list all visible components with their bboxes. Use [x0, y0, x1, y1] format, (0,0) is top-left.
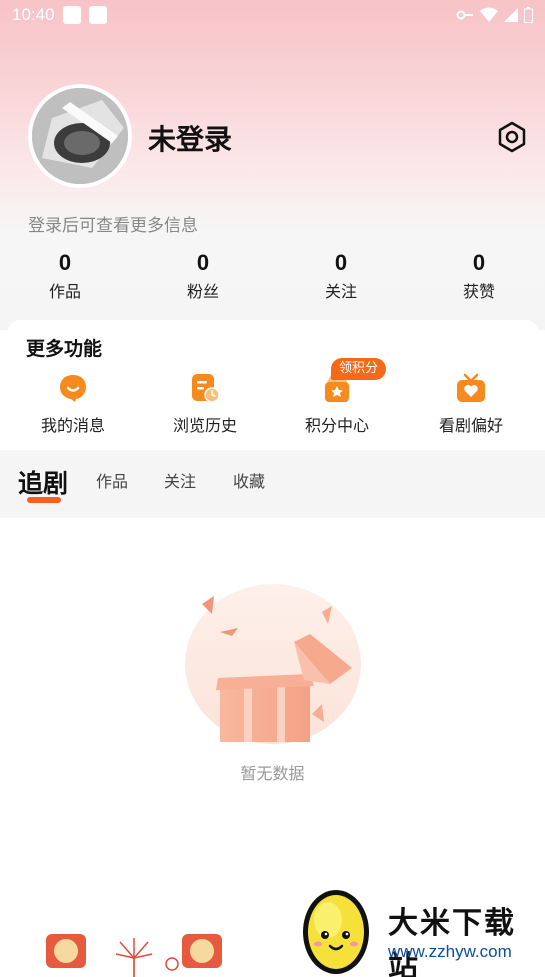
stat-label: 关注	[324, 282, 357, 301]
watermark-site-url: www.zzhyw.com	[388, 942, 512, 961]
content-tabs: 追剧 作品 关注 收藏	[0, 450, 545, 518]
feature-points-center[interactable]: 积分中心	[282, 372, 392, 436]
tab-favorites[interactable]: 收藏	[233, 468, 265, 492]
feature-label: 看剧偏好	[438, 416, 503, 435]
status-bar: 10:40	[0, 0, 545, 30]
feature-my-messages[interactable]: 我的消息	[18, 372, 128, 436]
stat-label: 作品	[48, 282, 81, 301]
festive-decoration	[46, 934, 222, 977]
battery-icon	[524, 7, 533, 23]
feature-drama-preference[interactable]: 看剧偏好	[416, 372, 526, 436]
feature-label: 我的消息	[40, 416, 105, 435]
stat-fans[interactable]: 0 粉丝	[158, 250, 248, 302]
key-icon	[456, 10, 473, 20]
stat-works[interactable]: 0 作品	[20, 250, 110, 302]
avatar[interactable]	[28, 84, 132, 188]
stat-label: 获赞	[462, 282, 495, 301]
stat-following[interactable]: 0 关注	[296, 250, 386, 302]
empty-state-text: 暂无数据	[240, 764, 305, 783]
tab-following[interactable]: 关注	[164, 468, 196, 492]
stat-label: 粉丝	[186, 282, 219, 301]
site-watermark: 大米下载站 www.zzhyw.com	[298, 880, 545, 977]
settings-icon[interactable]	[496, 121, 528, 153]
active-tab-indicator	[27, 497, 61, 503]
default-avatar-image	[32, 88, 128, 184]
stat-value: 0	[196, 250, 210, 275]
tab-works[interactable]: 作品	[96, 468, 128, 492]
claim-points-badge[interactable]: 领积分	[331, 358, 387, 380]
username[interactable]: 未登录	[148, 118, 232, 158]
notification-icon	[88, 6, 107, 24]
message-icon	[60, 375, 86, 402]
stats-row: 0 作品 0 粉丝 0 关注 0 获赞	[0, 250, 545, 306]
status-icons	[456, 7, 533, 23]
tv-preference-icon	[457, 373, 485, 402]
notification-icon	[62, 6, 81, 24]
feature-label: 浏览历史	[172, 416, 237, 435]
stat-value: 0	[472, 250, 486, 275]
history-icon	[192, 374, 220, 403]
empty-box-illustration	[185, 584, 361, 744]
signal-icon	[504, 8, 518, 22]
feature-label: 积分中心	[304, 416, 369, 435]
feature-browse-history[interactable]: 浏览历史	[150, 372, 260, 436]
more-features-card: 更多功能 我的消息 浏览历史 积分中心 看剧偏好	[8, 320, 538, 450]
features-title: 更多功能	[26, 338, 103, 360]
camera-icon	[32, 88, 128, 184]
stat-value: 0	[58, 250, 72, 275]
watermark-site-name: 大米下载站	[388, 906, 516, 977]
status-time: 10:40	[12, 5, 55, 24]
stat-likes[interactable]: 0 获赞	[434, 250, 524, 302]
rice-mascot-logo	[303, 890, 369, 974]
wifi-icon	[480, 7, 498, 22]
stat-value: 0	[334, 250, 348, 275]
tab-following-drama[interactable]: 追剧	[18, 464, 68, 500]
login-hint[interactable]: 登录后可查看更多信息	[28, 211, 198, 236]
